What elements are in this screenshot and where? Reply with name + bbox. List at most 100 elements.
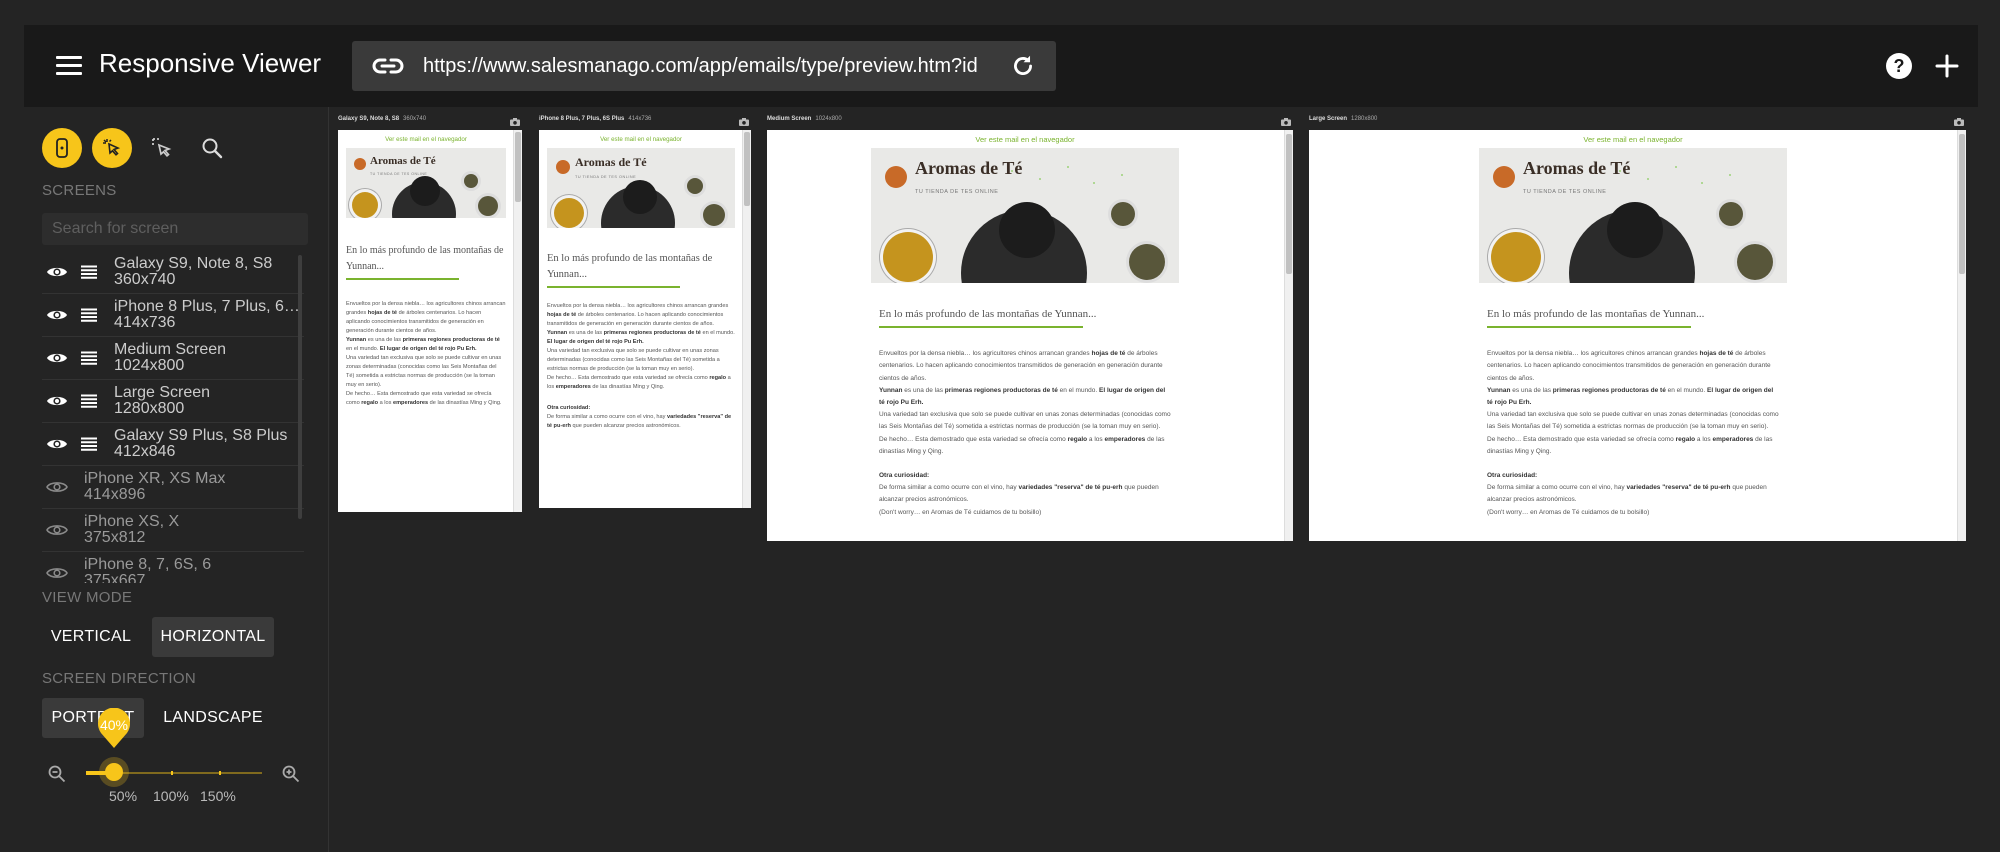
device-name: Medium Screen xyxy=(767,116,812,122)
eye-icon[interactable] xyxy=(46,393,68,409)
eye-outline-icon[interactable] xyxy=(46,479,68,495)
email-headline: En lo más profundo de las montañas de Yu… xyxy=(1487,308,1705,321)
screen-size: 1280x800 xyxy=(114,400,185,417)
device-size: 360x740 xyxy=(403,116,427,122)
screen-item[interactable]: Large Screen 1280x800 xyxy=(42,380,304,423)
screen-item[interactable]: iPhone XS, X 375x812 xyxy=(42,509,304,552)
horizontal-mode-button[interactable]: HORIZONTAL xyxy=(152,617,274,657)
email-content: Ver este mail en el navegador Aromas de … xyxy=(871,130,1179,519)
device-mode-button[interactable] xyxy=(42,128,82,168)
vertical-mode-button[interactable]: VERTICAL xyxy=(42,617,140,657)
eye-outline-icon[interactable] xyxy=(46,522,68,538)
drag-handle-icon[interactable] xyxy=(80,351,98,365)
sync-click-button[interactable] xyxy=(92,128,132,168)
screen-item[interactable]: Galaxy S9, Note 8, S8 360x740 xyxy=(42,251,304,294)
menu-icon[interactable] xyxy=(56,53,82,77)
screen-size: 375x667 xyxy=(84,572,146,584)
brand-tagline: TU TIENDA DE TES ONLINE xyxy=(915,189,999,196)
screenshot-icon[interactable] xyxy=(510,118,520,126)
email-paragraph: (Don't worry… en Aromas de Té cuidamos d… xyxy=(879,508,1042,516)
email-paragraph: De forma similar a como ocurre con el vi… xyxy=(547,414,732,429)
screen-size: 360x740 xyxy=(114,271,176,288)
zoom-value: 40% xyxy=(99,717,129,733)
eye-icon[interactable] xyxy=(46,350,68,366)
scrollbar[interactable] xyxy=(1957,130,1966,541)
screen-item[interactable]: iPhone 8 Plus, 7 Plus, 6… 414x736 xyxy=(42,294,304,337)
email-paragraph: Envueltos por la densa niebla… los agric… xyxy=(1487,350,1771,382)
email-paragraph: Envueltos por la densa niebla… los agric… xyxy=(346,301,506,334)
device-frame[interactable]: Ver este mail en el navegador Aromas de … xyxy=(1309,130,1966,541)
screen-item[interactable]: iPhone XR, XS Max 414x896 xyxy=(42,466,304,509)
zoom-slider-thumb[interactable] xyxy=(105,763,123,781)
device-frame[interactable]: Ver este mail en el navegador Aromas de … xyxy=(338,130,522,512)
help-icon[interactable]: ? xyxy=(1886,53,1912,79)
scrollbar[interactable] xyxy=(513,130,522,512)
drag-handle-icon[interactable] xyxy=(80,437,98,451)
email-paragraph: Una variedad tan exclusiva que solo se p… xyxy=(547,348,720,372)
device-frame[interactable]: Ver este mail en el navegador Aromas de … xyxy=(767,130,1293,541)
device-size: 414x736 xyxy=(628,116,652,122)
screen-name: Galaxy S9 Plus, S8 Plus xyxy=(114,428,288,444)
device-preview: Large Screen 1280x800 Ver este mail en el… xyxy=(1309,116,1966,541)
email-content: Ver este mail en el navegador Aromas de … xyxy=(338,130,514,408)
zoom-tick-label: 150% xyxy=(200,788,236,804)
sidebar: SCREENS Galaxy S9, Note 8, S8 360x740 iP… xyxy=(0,107,329,852)
app-title: Responsive Viewer xyxy=(99,48,322,78)
eye-outline-icon[interactable] xyxy=(46,565,68,581)
view-in-browser-link[interactable]: Ver este mail en el navegador xyxy=(871,134,1179,146)
reload-icon[interactable] xyxy=(1010,53,1036,79)
screen-item[interactable]: Medium Screen 1024x800 xyxy=(42,337,304,380)
email-paragraph: De hecho… Esta demostrado que esta varie… xyxy=(547,375,731,390)
email-paragraph: Yunnan es una de las primeras regiones p… xyxy=(346,337,500,352)
landscape-button[interactable]: LANDSCAPE xyxy=(152,698,274,738)
screenshot-icon[interactable] xyxy=(739,118,749,126)
search-screens-button[interactable] xyxy=(192,128,232,168)
device-name: iPhone 8 Plus, 7 Plus, 6S Plus xyxy=(539,116,625,122)
eye-icon[interactable] xyxy=(46,264,68,280)
zoom-in-icon[interactable] xyxy=(282,765,300,783)
eye-icon[interactable] xyxy=(46,436,68,452)
screen-list-scrollbar[interactable] xyxy=(298,255,302,519)
scrollbar[interactable] xyxy=(742,130,751,508)
zoom-tick xyxy=(219,771,221,775)
email-content: Ver este mail en el navegador Aromas de … xyxy=(1479,130,1787,519)
view-in-browser-link[interactable]: Ver este mail en el navegador xyxy=(539,135,743,144)
device-preview: iPhone 8 Plus, 7 Plus, 6S Plus 414x736 Ve… xyxy=(539,116,751,508)
screen-item[interactable]: Galaxy S9 Plus, S8 Plus 412x846 xyxy=(42,423,304,466)
view-in-browser-link[interactable]: Ver este mail en el navegador xyxy=(1479,134,1787,146)
email-paragraph: Yunnan es una de las primeras regiones p… xyxy=(1487,386,1774,407)
email-headline: En lo más profundo de las montañas de Yu… xyxy=(547,253,713,280)
zoom-out-icon[interactable] xyxy=(48,765,66,783)
zoom-tick-label: 100% xyxy=(153,788,189,804)
device-name: Galaxy S9, Note 8, S8 xyxy=(338,116,400,122)
screen-size: 1024x800 xyxy=(114,357,185,374)
view-in-browser-link[interactable]: Ver este mail en el navegador xyxy=(338,135,514,144)
add-screen-icon[interactable] xyxy=(1934,53,1960,79)
brand-name: Aromas de Té xyxy=(1523,158,1631,179)
device-header: Large Screen 1280x800 xyxy=(1309,116,1966,130)
drag-handle-icon[interactable] xyxy=(80,308,98,322)
brand-name: Aromas de Té xyxy=(915,158,1023,179)
eye-icon[interactable] xyxy=(46,307,68,323)
scrollbar[interactable] xyxy=(1284,130,1293,541)
hero-image: Aromas de Té TU TIENDA DE TES ONLINE xyxy=(547,148,735,228)
url-input[interactable] xyxy=(423,41,993,91)
device-header: Medium Screen 1024x800 xyxy=(767,116,1293,130)
hero-image: Aromas de Té TU TIENDA DE TES ONLINE xyxy=(871,148,1179,284)
screen-item[interactable]: iPhone 8, 7, 6S, 6 375x667 xyxy=(42,552,304,583)
brand-name: Aromas de Té xyxy=(370,155,436,167)
email-paragraph: De forma similar a como ocurre con el vi… xyxy=(1487,484,1767,504)
hero-image: Aromas de Té TU TIENDA DE TES ONLINE xyxy=(1479,148,1787,284)
screen-direction-label: SCREEN DIRECTION xyxy=(42,670,196,687)
email-paragraph: (Don't worry… en Aromas de Té cuidamos d… xyxy=(1487,508,1650,516)
screenshot-icon[interactable] xyxy=(1954,118,1964,126)
screen-search-input[interactable] xyxy=(42,213,308,245)
screenshot-icon[interactable] xyxy=(1281,118,1291,126)
email-paragraph: Yunnan es una de las primeras regiones p… xyxy=(547,330,735,345)
device-header: iPhone 8 Plus, 7 Plus, 6S Plus 414x736 xyxy=(539,116,751,130)
drag-handle-icon[interactable] xyxy=(80,394,98,408)
email-subheading: Otra curiosidad: xyxy=(879,472,930,480)
inspect-button[interactable] xyxy=(142,128,182,168)
drag-handle-icon[interactable] xyxy=(80,265,98,279)
device-frame[interactable]: Ver este mail en el navegador Aromas de … xyxy=(539,130,751,508)
